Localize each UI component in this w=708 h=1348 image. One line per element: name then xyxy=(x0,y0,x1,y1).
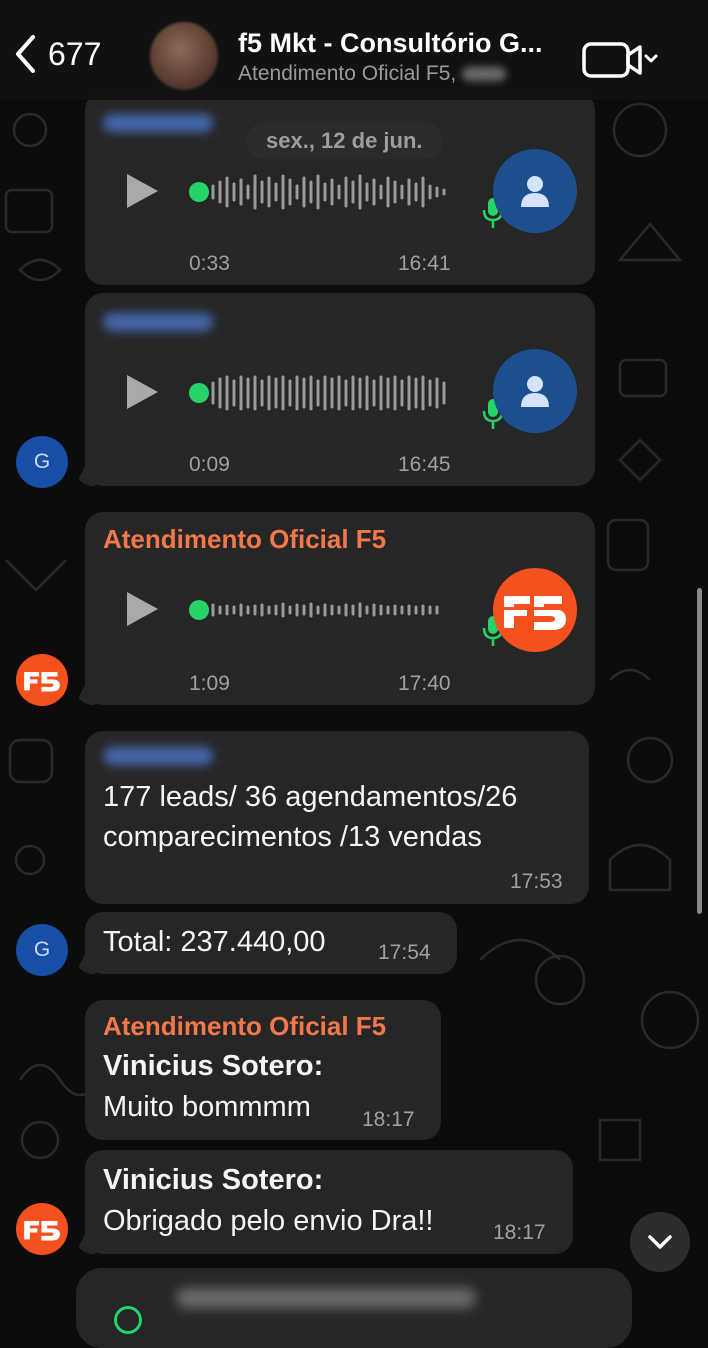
message-text: Total: 237.440,00 xyxy=(103,926,326,958)
group-avatar[interactable] xyxy=(150,22,218,90)
text-message[interactable]: 177 leads/ 36 agendamentos/26 comparecim… xyxy=(85,731,589,904)
audio-duration: 0:09 xyxy=(189,453,230,476)
scroll-to-bottom-button[interactable] xyxy=(630,1212,690,1272)
back-button[interactable]: 677 xyxy=(14,34,101,74)
person-icon xyxy=(521,376,549,407)
message-time: 16:45 xyxy=(398,453,451,476)
play-icon[interactable] xyxy=(127,592,158,626)
audio-message[interactable]: Atendimento Oficial F5 1:09 17:40 xyxy=(75,512,595,705)
sender-name[interactable]: Atendimento Oficial F5 xyxy=(103,524,386,555)
audio-waveform[interactable] xyxy=(189,590,449,630)
message-time: 17:53 xyxy=(510,870,563,893)
message-time: 17:40 xyxy=(398,672,451,695)
chat-header: 677 f5 Mkt - Consultório G... Atendiment… xyxy=(0,0,708,100)
play-icon[interactable] xyxy=(127,174,158,208)
unread-count: 677 xyxy=(48,35,102,72)
sender-avatar-f5[interactable] xyxy=(16,1203,68,1255)
f5-logo-icon xyxy=(24,671,60,692)
video-call-button[interactable] xyxy=(582,40,662,85)
sender-name-redacted xyxy=(103,313,213,331)
contact-avatar xyxy=(493,149,577,233)
sender-avatar[interactable]: G xyxy=(16,924,68,976)
chat-title[interactable]: f5 Mkt - Consultório G... xyxy=(238,28,543,59)
audio-waveform[interactable] xyxy=(189,172,449,212)
chevron-left-icon xyxy=(16,35,35,73)
audio-duration: 0:33 xyxy=(189,252,230,275)
text-message[interactable]: Atendimento Oficial F5 Vinicius Sotero: … xyxy=(85,1000,441,1140)
audio-duration: 1:09 xyxy=(189,672,230,695)
scrollbar[interactable] xyxy=(697,588,702,914)
message-time: 18:17 xyxy=(493,1221,546,1244)
contact-avatar xyxy=(493,349,577,433)
sender-avatar-f5[interactable] xyxy=(16,654,68,706)
chat-subtitle[interactable]: Atendimento Oficial F5, xyxy=(238,62,507,86)
person-icon xyxy=(521,176,549,207)
audio-message[interactable]: 0:09 16:45 xyxy=(75,293,595,486)
sender-name-redacted xyxy=(103,747,213,765)
message-author: Vinicius Sotero: xyxy=(103,1050,324,1082)
sender-name[interactable]: Atendimento Oficial F5 xyxy=(103,1011,386,1042)
f5-logo-icon xyxy=(24,1220,60,1241)
text-message[interactable]: Total: 237.440,00 17:54 xyxy=(75,912,457,974)
sender-name-redacted xyxy=(103,114,213,132)
message-time: 18:17 xyxy=(362,1108,415,1131)
message-text-line: 177 leads/ 36 agendamentos/26 xyxy=(103,781,518,813)
message-time: 16:41 xyxy=(398,252,451,275)
audio-waveform[interactable] xyxy=(189,373,449,413)
message-text-line: comparecimentos /13 vendas xyxy=(103,821,482,853)
play-icon[interactable] xyxy=(127,375,158,409)
sender-avatar[interactable]: G xyxy=(16,436,68,488)
text-message[interactable]: Vinicius Sotero: Obrigado pelo envio Dra… xyxy=(75,1150,573,1254)
chevron-down-icon xyxy=(648,1235,672,1249)
f5-logo-icon xyxy=(502,596,568,630)
message-text: Obrigado pelo envio Dra!! xyxy=(103,1205,434,1237)
system-message-partial xyxy=(76,1268,632,1348)
audio-message[interactable]: 0:33 16:41 xyxy=(85,92,595,285)
message-author: Vinicius Sotero: xyxy=(103,1164,324,1196)
f5-avatar xyxy=(493,568,577,652)
message-time: 17:54 xyxy=(378,941,431,964)
video-camera-icon xyxy=(582,42,658,78)
date-separator: sex., 12 de jun. xyxy=(246,123,443,159)
message-text: Muito bommmm xyxy=(103,1091,311,1123)
